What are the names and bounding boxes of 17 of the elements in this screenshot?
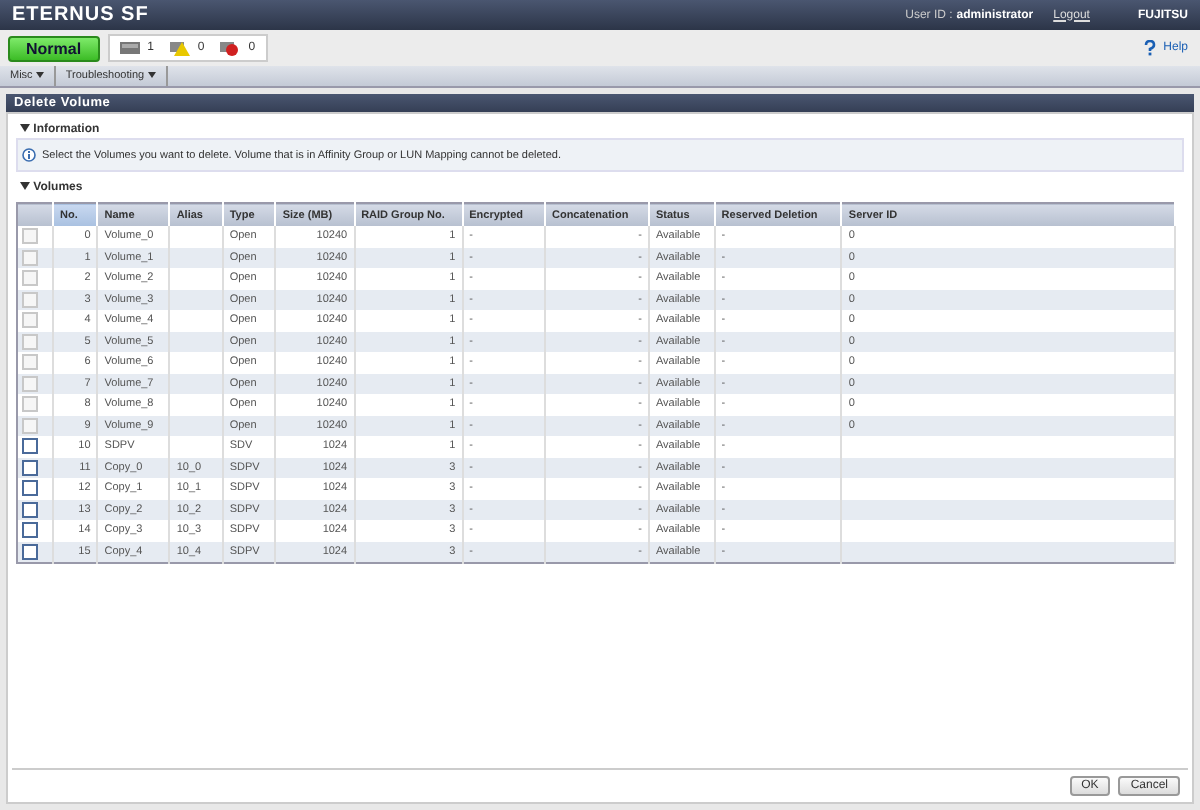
row-checkbox[interactable] (22, 459, 38, 476)
row-checkbox[interactable] (22, 501, 38, 518)
row-checkbox[interactable] (22, 480, 38, 497)
collapse-caret-icon[interactable] (20, 124, 30, 132)
device-icon (119, 42, 140, 54)
product-logo: ETERNUS SF (12, 4, 149, 26)
row-checkbox[interactable] (22, 522, 38, 539)
help-icon (1143, 40, 1156, 56)
row-checkbox[interactable] (22, 438, 38, 455)
info-icon (22, 148, 36, 162)
collapse-caret-icon[interactable] (20, 182, 30, 190)
status-indicator[interactable]: Normal (8, 35, 100, 61)
error-icon (220, 40, 241, 56)
warning-icon (169, 40, 190, 56)
row-checkbox[interactable] (22, 543, 38, 560)
caret-icon (35, 72, 44, 78)
caret-icon (147, 72, 156, 78)
